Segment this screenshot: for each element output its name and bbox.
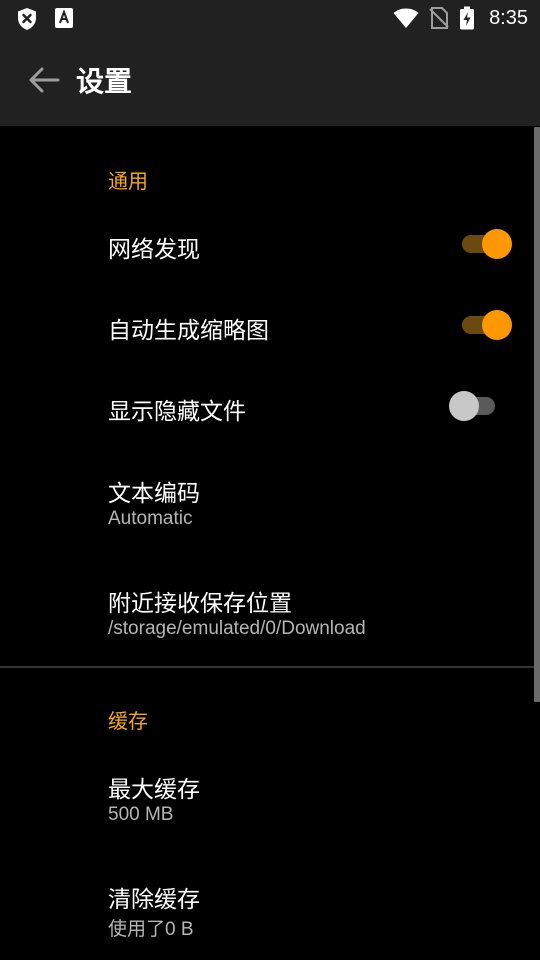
back-button[interactable]	[24, 62, 64, 102]
status-bar: 8:35	[0, 0, 540, 38]
section-divider	[0, 666, 534, 668]
wifi-icon	[393, 7, 419, 29]
setting-label: 网络发现	[108, 237, 200, 263]
setting-label: 显示隐藏文件	[108, 399, 246, 425]
setting-show-hidden-files[interactable]: 显示隐藏文件	[0, 368, 534, 448]
setting-value: 使用了0 B	[108, 919, 194, 940]
setting-label: 自动生成缩略图	[108, 318, 269, 344]
setting-text-encoding[interactable]: 文本编码 Automatic	[0, 452, 534, 562]
auto-thumbnails-toggle[interactable]	[456, 307, 512, 343]
setting-max-cache[interactable]: 最大缓存 500 MB	[0, 748, 534, 858]
scrollbar[interactable]	[534, 127, 540, 702]
setting-network-discovery[interactable]: 网络发现	[0, 206, 534, 286]
page-title: 设置	[76, 65, 133, 98]
font-a-icon	[54, 7, 74, 31]
section-header-general: 通用	[108, 169, 148, 193]
no-sim-icon	[429, 6, 449, 30]
setting-label: 附近接收保存位置	[108, 591, 292, 617]
network-discovery-toggle[interactable]	[456, 226, 512, 262]
setting-clear-cache[interactable]: 清除缓存 使用了0 B	[0, 858, 534, 960]
setting-label: 最大缓存	[108, 777, 200, 803]
app-bar: 设置	[0, 38, 540, 126]
setting-value: Automatic	[108, 508, 193, 529]
show-hidden-files-toggle[interactable]	[449, 388, 505, 424]
battery-charging-icon	[459, 6, 475, 30]
arrow-left-icon	[28, 66, 60, 98]
status-time: 8:35	[489, 6, 528, 29]
section-header-cache: 缓存	[108, 709, 148, 733]
setting-label: 文本编码	[108, 481, 200, 507]
setting-label: 清除缓存	[108, 887, 200, 913]
shield-x-icon	[16, 7, 38, 31]
setting-value: /storage/emulated/0/Download	[108, 618, 366, 639]
setting-nearby-save-location[interactable]: 附近接收保存位置 /storage/emulated/0/Download	[0, 562, 534, 666]
setting-auto-thumbnails[interactable]: 自动生成缩略图	[0, 287, 534, 367]
setting-value: 500 MB	[108, 804, 174, 825]
